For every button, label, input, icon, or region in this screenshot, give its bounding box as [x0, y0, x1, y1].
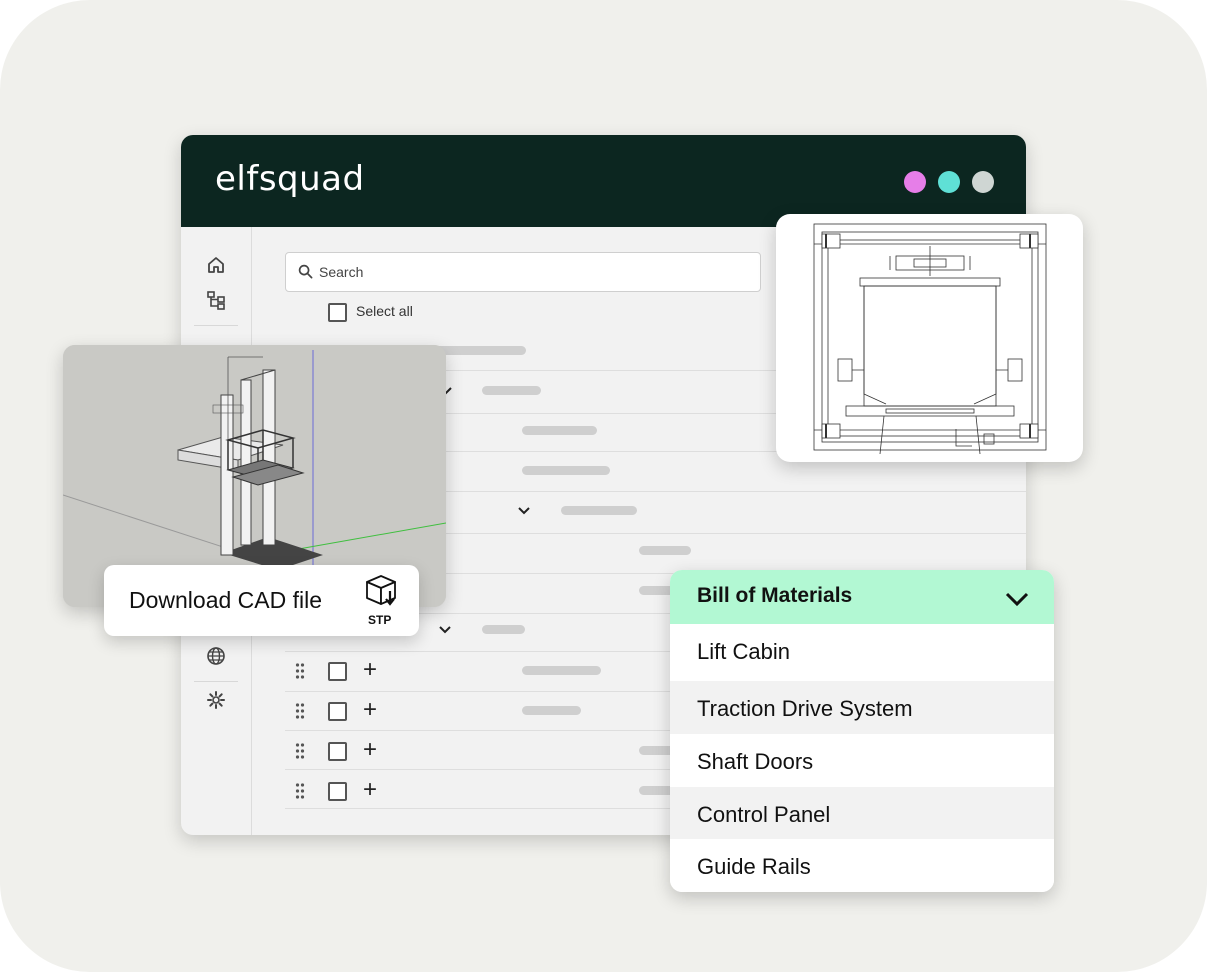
row-checkbox[interactable] — [328, 702, 347, 721]
row-label-placeholder — [482, 386, 541, 395]
chevron-down-icon[interactable] — [438, 625, 452, 635]
row-label-placeholder — [561, 506, 637, 515]
drag-handle-icon[interactable] — [295, 783, 305, 799]
row-checkbox[interactable] — [328, 782, 347, 801]
chevron-down-icon[interactable] — [1004, 590, 1030, 608]
add-icon[interactable]: + — [363, 778, 377, 802]
bom-item-label: Guide Rails — [697, 854, 811, 879]
drag-handle-icon[interactable] — [295, 663, 305, 679]
row-label-placeholder — [482, 625, 525, 634]
bom-title: Bill of Materials — [697, 584, 853, 607]
download-cad-button[interactable]: Download CAD file STP — [104, 565, 419, 636]
row-label-placeholder — [522, 706, 581, 715]
search-icon — [298, 264, 313, 279]
row-checkbox[interactable] — [328, 662, 347, 681]
select-all-checkbox[interactable] — [328, 303, 347, 322]
row-label-placeholder — [522, 426, 597, 435]
sidebar-divider — [194, 325, 238, 326]
add-icon[interactable]: + — [363, 658, 377, 682]
search-placeholder: Search — [319, 264, 364, 280]
bill-of-materials-panel: Bill of Materials Lift Cabin Traction Dr… — [670, 570, 1054, 892]
lift-floor-plan-drawing — [813, 223, 1047, 455]
select-all-label: Select all — [356, 303, 413, 319]
bom-item[interactable]: Control Panel — [670, 787, 1054, 840]
globe-icon[interactable] — [206, 646, 226, 666]
window-dot-grey[interactable] — [972, 171, 994, 193]
row-checkbox[interactable] — [328, 742, 347, 761]
bom-item[interactable]: Lift Cabin — [670, 624, 1054, 677]
window-dot-pink[interactable] — [904, 171, 926, 193]
file-format-label: STP — [368, 613, 392, 627]
elfsquad-logo: elfsquad — [215, 159, 365, 199]
row-label-placeholder — [522, 466, 610, 475]
download-cad-label: Download CAD file — [129, 587, 323, 613]
window-dot-teal[interactable] — [938, 171, 960, 193]
bom-item-label: Control Panel — [697, 802, 831, 827]
sidebar-divider — [194, 681, 238, 682]
search-input[interactable]: Search — [285, 252, 761, 292]
drag-handle-icon[interactable] — [295, 743, 305, 759]
cube-download-icon — [366, 575, 396, 606]
home-icon[interactable] — [206, 255, 226, 275]
row-label-placeholder — [522, 666, 601, 675]
hierarchy-icon[interactable] — [206, 290, 226, 310]
bom-item-label: Traction Drive System — [697, 696, 913, 721]
bom-item-label: Shaft Doors — [697, 749, 814, 774]
drag-handle-icon[interactable] — [295, 703, 305, 719]
bom-item[interactable]: Traction Drive System — [670, 681, 1054, 734]
chevron-down-icon[interactable] — [517, 506, 531, 516]
gear-icon[interactable] — [206, 690, 226, 710]
add-icon[interactable]: + — [363, 698, 377, 722]
bom-item[interactable]: Guide Rails — [670, 839, 1054, 892]
row-label-placeholder — [639, 546, 691, 555]
bom-header[interactable]: Bill of Materials — [670, 570, 1054, 624]
bom-item[interactable]: Shaft Doors — [670, 734, 1054, 787]
technical-drawing-preview — [776, 214, 1083, 462]
bom-item-label: Lift Cabin — [697, 639, 790, 664]
add-icon[interactable]: + — [363, 738, 377, 762]
